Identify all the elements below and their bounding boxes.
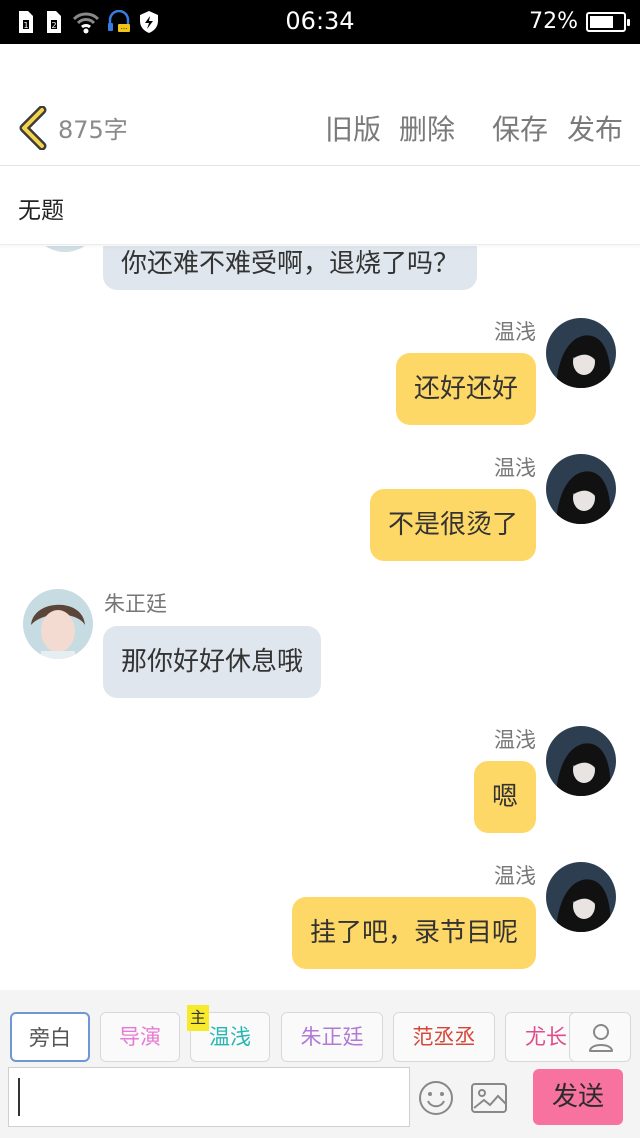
avatar-wen-qian[interactable] xyxy=(546,726,616,796)
send-button[interactable]: 发送 xyxy=(533,1069,623,1125)
text-caret xyxy=(18,1078,20,1116)
main-role-badge: 主 xyxy=(187,1005,209,1031)
role-selector[interactable]: 旁白 导演 温浅 主 朱正廷 范丞丞 尤长 xyxy=(0,990,640,1066)
message-bubble[interactable]: 那你好好休息哦 xyxy=(103,626,322,698)
delete-button[interactable]: 删除 xyxy=(399,108,455,148)
sender-name: 温浅 xyxy=(494,456,536,480)
message-bubble[interactable]: 你还难不难受啊，退烧了吗？ xyxy=(103,246,478,290)
save-button[interactable]: 保存 xyxy=(492,108,548,148)
avatar-wen-qian[interactable] xyxy=(546,318,616,388)
sender-name: 朱正廷 xyxy=(104,592,167,616)
role-chip-zhu-zhengting[interactable]: 朱正廷 xyxy=(281,1012,383,1062)
story-title[interactable]: 无题 xyxy=(18,191,64,225)
message-bubble[interactable]: 不是很烫了 xyxy=(369,489,536,561)
old-version-button[interactable]: 旧版 xyxy=(325,108,381,148)
back-chevron-icon[interactable] xyxy=(16,106,50,150)
avatar-wen-qian[interactable] xyxy=(546,454,616,524)
editor-header: 875字 旧版 删除 保存 发布 xyxy=(0,44,640,166)
battery-percent: 72% xyxy=(529,9,578,34)
title-bar[interactable]: 无题 xyxy=(0,167,640,245)
role-chip-director[interactable]: 导演 xyxy=(100,1012,180,1062)
avatar-image xyxy=(30,246,100,252)
avatar-image xyxy=(546,726,616,796)
status-bar: 1 2 ··· 06:34 72% xyxy=(0,0,640,44)
manage-roles-button[interactable] xyxy=(569,1012,631,1062)
composer-panel: 旁白 导演 温浅 主 朱正廷 范丞丞 尤长 发送 xyxy=(0,990,640,1138)
emoji-icon[interactable] xyxy=(416,1078,456,1118)
publish-button[interactable]: 发布 xyxy=(567,108,623,148)
avatar-image xyxy=(546,454,616,524)
sender-name: 温浅 xyxy=(494,864,536,888)
battery-level xyxy=(590,16,613,28)
role-chip-fan-chengcheng[interactable]: 范丞丞 xyxy=(393,1012,495,1062)
sender-name: 温浅 xyxy=(494,320,536,344)
role-chip-narrator[interactable]: 旁白 xyxy=(10,1012,90,1062)
chat-area[interactable]: 你还难不难受啊，退烧了吗？ 温浅 还好还好 温浅 不是很烫了 朱正廷 那你好好休… xyxy=(0,246,640,990)
message-input[interactable] xyxy=(8,1067,410,1127)
message-bubble[interactable]: 挂了吧，录节目呢 xyxy=(291,897,536,969)
avatar-image xyxy=(546,318,616,388)
person-icon xyxy=(589,1024,613,1052)
image-icon[interactable] xyxy=(470,1080,508,1116)
sender-name: 温浅 xyxy=(494,728,536,752)
battery-icon xyxy=(586,12,630,32)
avatar-zhu-zhengting[interactable] xyxy=(30,246,100,252)
avatar-image xyxy=(546,862,616,932)
avatar-image xyxy=(23,589,93,659)
message-bubble[interactable]: 嗯 xyxy=(473,761,536,833)
word-count: 875字 xyxy=(58,116,128,144)
message-bubble[interactable]: 还好还好 xyxy=(395,353,536,425)
avatar-wen-qian[interactable] xyxy=(546,862,616,932)
avatar-zhu-zhengting[interactable] xyxy=(23,589,93,659)
